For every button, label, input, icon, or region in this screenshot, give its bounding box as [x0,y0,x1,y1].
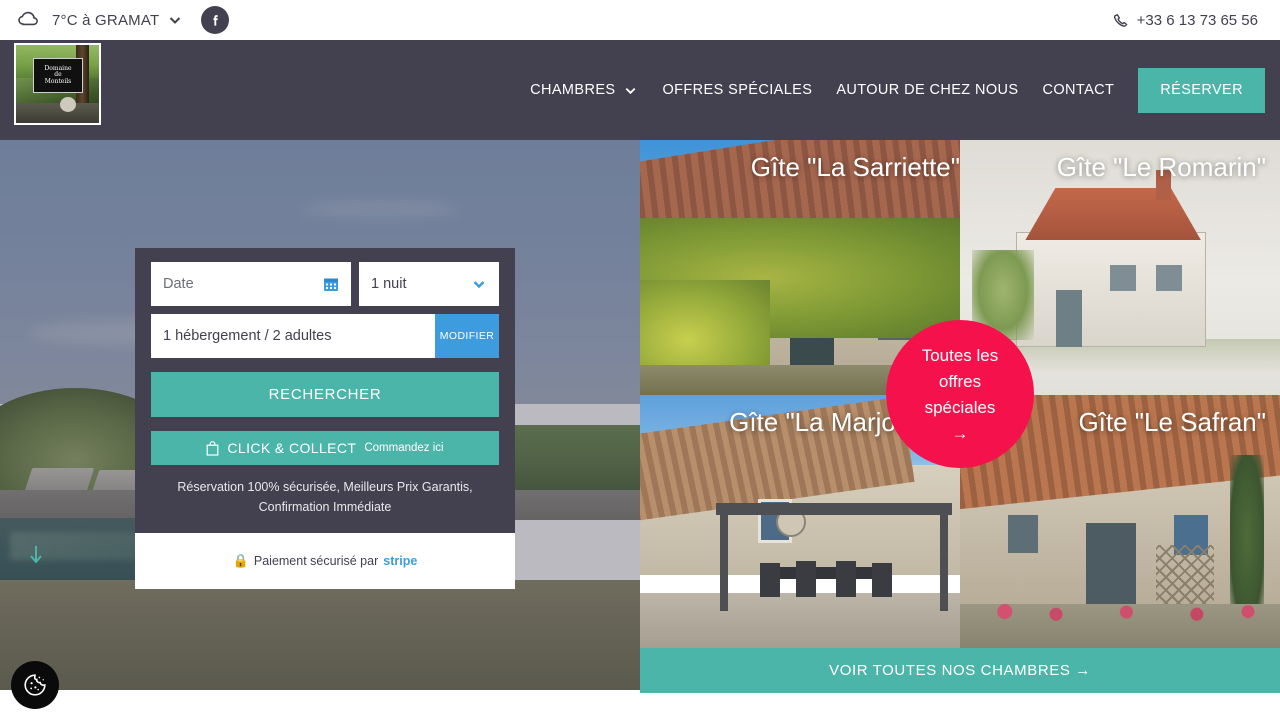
stripe-logo: stripe [383,554,418,568]
nav-item-label: CHAMBRES [530,82,616,98]
promo-line-3: spéciales [924,398,996,417]
tile-window [1008,515,1038,553]
top-utility-bar: 7°C à GRAMAT +33 6 13 73 65 56 [0,0,1280,40]
chevron-down-icon[interactable] [167,12,183,28]
tile-pergola-post [720,503,728,611]
reassurance-line-1: Réservation 100% sécurisée, Meilleurs Pr… [177,480,473,494]
cloud-icon [16,7,42,33]
occupancy-input[interactable]: 1 hébergement / 2 adultes [151,314,435,358]
tile-title: Gîte "Le Romarin" [1056,152,1266,182]
booking-widget: Date 1 nuit 1 hébergement / 2 adultes MO… [135,248,515,589]
lock-icon: 🔒 [232,553,249,568]
tile-terrace-floor [640,593,960,650]
tile-window [1110,265,1136,291]
phone-icon [1112,12,1129,29]
date-input-placeholder: Date [163,276,194,292]
secure-payment-footer: 🔒 Paiement sécurisé par stripe [135,533,515,589]
nights-select-value: 1 nuit [371,276,407,292]
modify-button-label: MODIFIER [439,330,495,342]
tile-title: Gîte "La Sarriette" [750,152,960,182]
occupancy-value: 1 hébergement / 2 adultes [163,328,332,344]
reassurance-text: Réservation 100% sécurisée, Meilleurs Pr… [151,477,499,521]
tile-chair [760,563,780,597]
cookie-icon [22,672,48,698]
logo-line-3: Monteils [44,77,72,85]
special-offers-badge[interactable]: Toutes les offres spéciales → [886,320,1034,468]
nav-item-autour-de-chez-nous[interactable]: AUTOUR DE CHEZ NOUS [836,82,1018,98]
nav-item-label: AUTOUR DE CHEZ NOUS [836,82,1019,98]
modify-button[interactable]: MODIFIER [435,314,499,358]
tile-pergola [716,503,952,515]
arrow-right-icon: → [951,424,969,443]
nav-item-label: OFFRES SPÉCIALES [662,82,813,98]
click-and-collect-subtitle: Commandez ici [364,442,444,454]
tile-door [1086,523,1136,605]
tile-cypress-tree [1230,455,1264,605]
tile-chair [872,563,892,597]
logo-ground [16,102,99,123]
secure-payment-text: Paiement sécurisé par [253,554,379,568]
logo-plaque: Domaine de Monteils [33,58,83,93]
main-navigation: CHAMBRES OFFRES SPÉCIALES AUTOUR DE CHEZ… [530,40,1280,140]
reserve-button-label: RÉSERVER [1160,82,1243,98]
booking-row-dates: Date 1 nuit [151,262,499,306]
nav-item-label: CONTACT [1042,82,1115,98]
calendar-icon[interactable] [323,276,339,292]
booking-widget-body: Date 1 nuit 1 hébergement / 2 adultes MO… [135,248,515,533]
promo-line-1: Toutes les [921,346,999,365]
chevron-down-icon[interactable] [623,83,638,98]
nav-item-contact[interactable]: CONTACT [1042,82,1114,98]
site-header: Domaine de Monteils CHAMBRES OFFRES SPÉC… [0,40,1280,140]
tile-door [1056,290,1082,347]
tile-flowers [960,596,1280,622]
phone-contact[interactable]: +33 6 13 73 65 56 [1112,12,1264,29]
reserve-button[interactable]: RÉSERVER [1138,67,1265,113]
shopping-bag-icon [206,440,219,456]
click-and-collect-title: CLICK & COLLECT [227,440,357,456]
cookie-settings-button[interactable] [11,661,59,709]
view-all-rooms-label: VOIR TOUTES NOS CHAMBRES → [829,662,1091,679]
facebook-icon[interactable] [201,6,230,34]
nights-select[interactable]: 1 nuit [359,262,499,306]
nav-item-offres-speciales[interactable]: OFFRES SPÉCIALES [662,82,812,98]
click-and-collect-button[interactable]: CLICK & COLLECT Commandez ici [151,431,499,465]
chevron-down-icon[interactable] [471,276,487,292]
tile-table [768,567,886,579]
arrow-down-icon[interactable] [28,544,44,566]
logo-stone [60,97,76,112]
phone-number: +33 6 13 73 65 56 [1136,11,1258,29]
date-input[interactable]: Date [151,262,351,306]
site-logo[interactable]: Domaine de Monteils [14,43,101,125]
weather-widget[interactable]: 7°C à GRAMAT [16,7,183,33]
view-all-rooms-button[interactable]: VOIR TOUTES NOS CHAMBRES → [640,648,1280,693]
tile-chair [836,561,856,597]
below-fold-strip [0,690,1280,720]
search-button[interactable]: RECHERCHER [151,372,499,417]
tile-pergola-post [940,503,948,611]
tile-chair [796,561,816,597]
page-root: 7°C à GRAMAT +33 6 13 73 65 56 Domaine d… [0,0,1280,720]
weather-text: 7°C à GRAMAT [52,11,160,29]
search-button-label: RECHERCHER [268,386,382,403]
reassurance-line-2: Confirmation Immédiate [258,500,392,514]
promo-line-2: offres [938,372,982,391]
booking-row-occupancy: 1 hébergement / 2 adultes MODIFIER [151,314,499,358]
nav-item-chambres[interactable]: CHAMBRES [530,82,638,98]
tile-window [1156,265,1182,291]
